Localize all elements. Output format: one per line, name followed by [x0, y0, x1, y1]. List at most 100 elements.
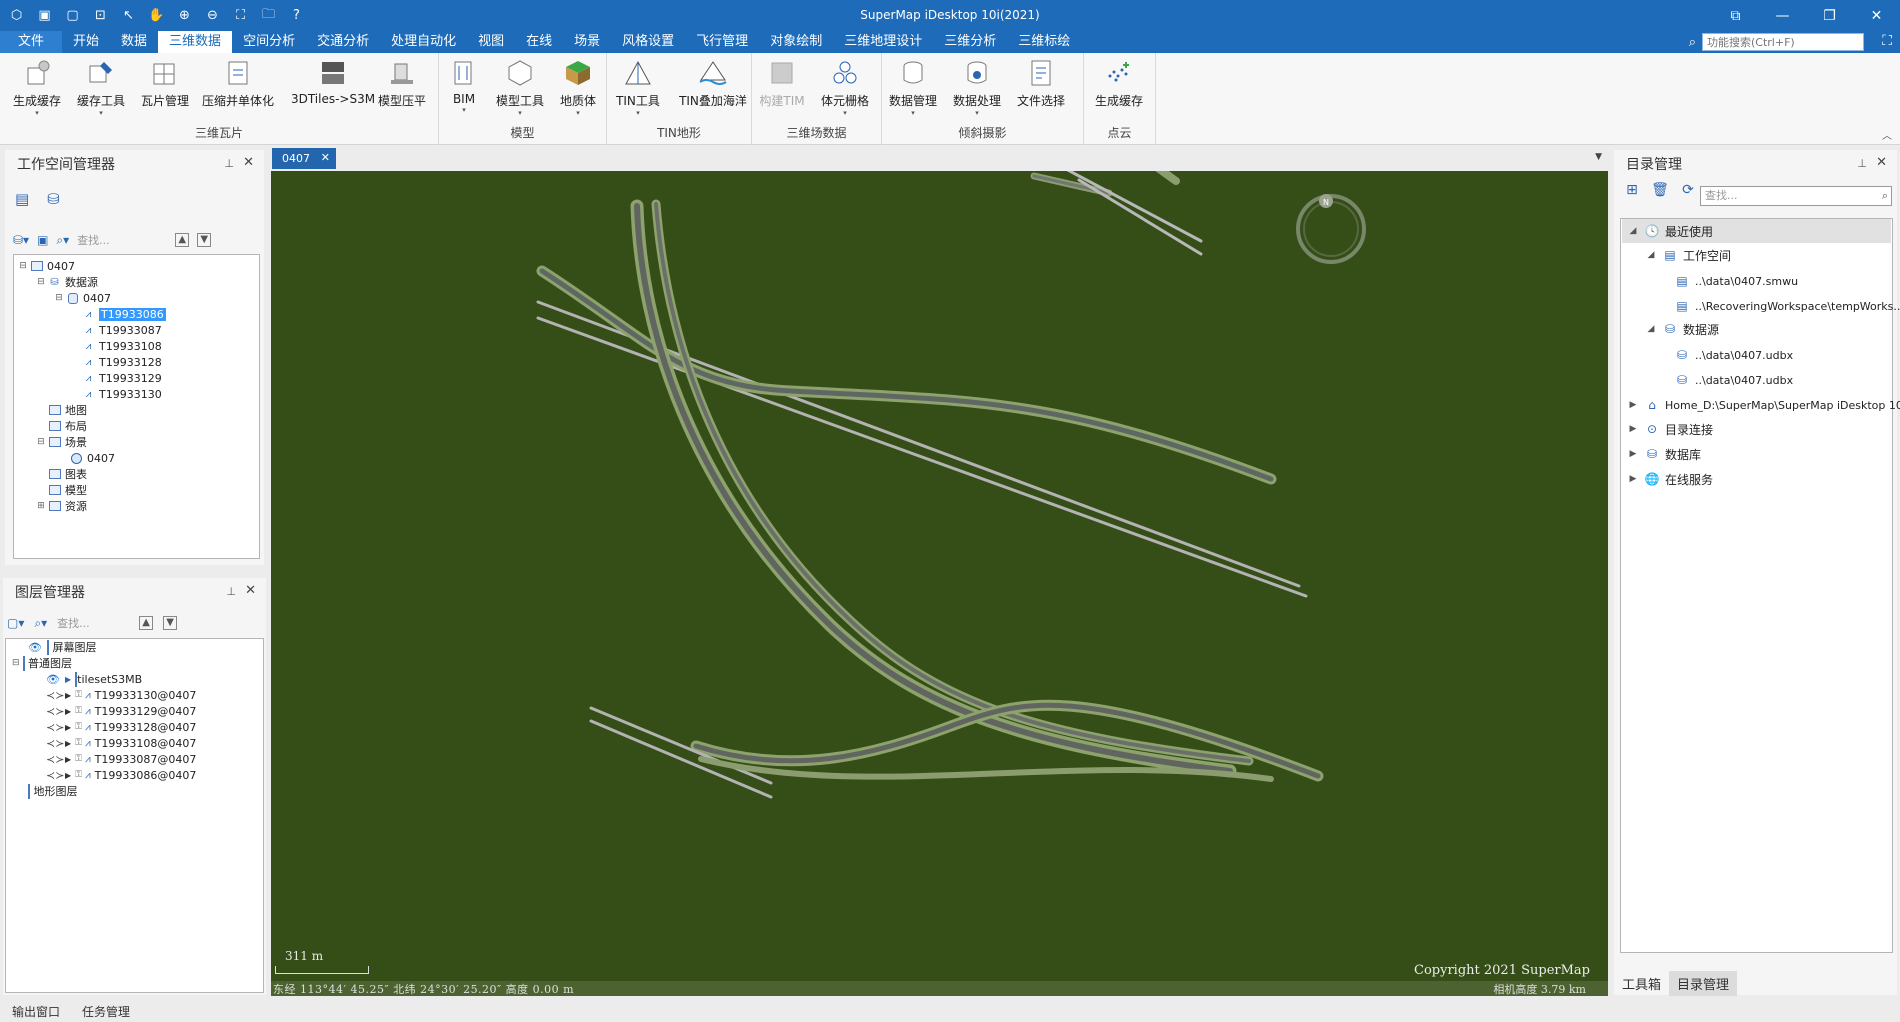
geological-body-button[interactable]: 地质体 ▾: [547, 57, 609, 117]
menu-item-11[interactable]: 飞行管理: [685, 31, 759, 53]
layer-search-input[interactable]: 查找...: [57, 615, 129, 631]
layer-node[interactable]: ≺≻ ▶ ⚿ ⩘ T19933086@0407: [46, 767, 196, 783]
move-up-icon[interactable]: ▲: [139, 616, 154, 630]
layer-node-screen[interactable]: 👁 屏幕图层: [28, 639, 97, 655]
tree-node-dataset[interactable]: ⩘ T19933129: [82, 370, 162, 386]
menu-item-2[interactable]: 数据: [110, 31, 158, 53]
search-icon[interactable]: ⌕: [1689, 35, 1696, 50]
close-tab-icon[interactable]: ✕: [321, 151, 330, 164]
tree-node-symbols[interactable]: 图表: [48, 466, 87, 482]
layer-node-tileset[interactable]: 👁 ▶ tilesetS3MB: [46, 671, 142, 687]
restore-layout-icon[interactable]: ⧉: [1712, 0, 1759, 31]
data-processing-button[interactable]: 数据处理 ▾: [946, 57, 1008, 117]
catalog-node-home[interactable]: ▶ ⌂ Home_D:\SuperMap\SuperMap iDesktop 10.…: [1627, 393, 1900, 417]
catalog-node-catalog-link[interactable]: ▶ ⊙ 目录连接: [1627, 417, 1713, 441]
workspace-db-icon[interactable]: ⛁: [47, 190, 60, 208]
layer-node[interactable]: ≺≻ ▶ ⚿ ⩘ T19933087@0407: [46, 751, 196, 767]
tile-manager-button[interactable]: 瓦片管理: [134, 57, 196, 109]
move-down-icon[interactable]: ▼: [197, 233, 212, 247]
menu-item-15[interactable]: 三维标绘: [1007, 31, 1081, 53]
close-icon[interactable]: ✕: [1876, 155, 1887, 170]
catalog-file-datasource[interactable]: ⛁ ..\data\0407.udbx: [1675, 343, 1793, 367]
search-icon[interactable]: ⌕: [1882, 187, 1888, 205]
workspace-search-input[interactable]: 查找...: [77, 232, 167, 248]
bim-button[interactable]: BIM ▾: [433, 57, 495, 114]
menu-item-4[interactable]: 空间分析: [232, 31, 306, 53]
tree-node-workspace[interactable]: ⊟ 0407: [18, 258, 75, 274]
search-icon[interactable]: ⌕▾: [56, 233, 69, 248]
generate-cache-button[interactable]: 生成缓存 ▾: [6, 57, 68, 117]
close-button[interactable]: ✕: [1853, 0, 1900, 31]
layer-node-normal[interactable]: ⊟ 普通图层: [12, 655, 72, 671]
point-cloud-cache-button[interactable]: 生成缓存: [1088, 57, 1150, 109]
menu-item-5[interactable]: 交通分析: [306, 31, 380, 53]
feature-search-input[interactable]: [1702, 33, 1864, 51]
tree-node-layouts[interactable]: 布局: [48, 418, 87, 434]
menu-item-8[interactable]: 在线: [515, 31, 563, 53]
tin-overlay-ocean-button[interactable]: TIN叠加海洋: [673, 57, 753, 109]
pin-icon[interactable]: ⊥: [226, 585, 236, 598]
close-icon[interactable]: ✕: [243, 155, 254, 170]
scene-view[interactable]: N 311 m Copyright 2021 SuperMap 东经 113°4…: [271, 171, 1608, 996]
3dtiles-to-s3m-button[interactable]: 3DTiles->S3M: [291, 57, 375, 106]
catalog-file-workspace[interactable]: ▤ ..\data\0407.smwu: [1675, 269, 1798, 293]
layer-node[interactable]: ≺≻ ▶ ⚿ ⩘ T19933108@0407: [46, 735, 196, 751]
tab-scene-0407[interactable]: 0407 ✕: [272, 148, 336, 169]
new-dataset-icon[interactable]: ▣: [37, 233, 48, 247]
fullscreen-icon[interactable]: ⛶: [1882, 33, 1892, 49]
tree-node-datasources[interactable]: ⊟ ⛁ 数据源: [36, 274, 98, 290]
tree-node-scenes[interactable]: ⊟ 场景: [36, 434, 87, 450]
file-select-button[interactable]: 文件选择: [1010, 57, 1072, 109]
layer-node[interactable]: ≺≻ ▶ ⚿ ⩘ T19933128@0407: [46, 719, 196, 735]
menu-item-7[interactable]: 视图: [467, 31, 515, 53]
tree-node-dataset[interactable]: ⩘ T19933130: [82, 386, 162, 402]
delete-icon[interactable]: 🗑: [1650, 182, 1670, 198]
menu-item-1[interactable]: 开始: [62, 31, 110, 53]
catalog-node-datasource[interactable]: ◢ ⛁ 数据源: [1645, 317, 1719, 341]
pin-icon[interactable]: ⊥: [1857, 157, 1867, 170]
layer-style-icon[interactable]: ▢▾: [7, 616, 24, 630]
tab-catalog[interactable]: 目录管理: [1669, 970, 1738, 996]
menu-item-12[interactable]: 对象绘制: [759, 31, 833, 53]
menu-item-10[interactable]: 风格设置: [611, 31, 685, 53]
move-up-icon[interactable]: ▲: [175, 233, 190, 247]
move-down-icon[interactable]: ▼: [163, 616, 178, 630]
catalog-search-input[interactable]: 查找... ⌕: [1700, 186, 1892, 206]
voxel-grid-button[interactable]: 体元栅格 ▾: [814, 57, 876, 117]
minimize-button[interactable]: —: [1759, 0, 1806, 31]
tree-node-dataset[interactable]: ⩘ T19933086: [82, 306, 166, 322]
model-flatten-button[interactable]: 模型压平: [371, 57, 433, 109]
close-icon[interactable]: ✕: [245, 583, 256, 598]
refresh-icon[interactable]: ⟳: [1678, 182, 1698, 198]
pin-icon[interactable]: ⊥: [224, 157, 234, 170]
cache-tools-button[interactable]: 缓存工具 ▾: [70, 57, 132, 117]
layer-node-terrain[interactable]: 地形图层: [28, 783, 78, 799]
maximize-button[interactable]: ❐: [1806, 0, 1853, 31]
menu-item-6[interactable]: 处理自动化: [380, 31, 467, 53]
catalog-node-recent[interactable]: ◢ 🕓 最近使用: [1627, 219, 1713, 243]
menu-item-13[interactable]: 三维地理设计: [833, 31, 933, 53]
menu-item-0[interactable]: 文件: [0, 31, 63, 53]
menu-item-3[interactable]: 三维数据: [158, 31, 233, 53]
tab-dropdown-icon[interactable]: ▼: [1595, 152, 1602, 162]
tab-task-manager[interactable]: 任务管理: [82, 1003, 130, 1020]
tree-node-dataset[interactable]: ⩘ T19933128: [82, 354, 162, 370]
new-folder-icon[interactable]: ⊞: [1622, 182, 1642, 198]
tree-node-dataset[interactable]: ⩘ T19933108: [82, 338, 162, 354]
tab-output-window[interactable]: 输出窗口: [12, 1003, 60, 1020]
layer-node[interactable]: ≺≻ ▶ ⚿ ⩘ T19933130@0407: [46, 687, 196, 703]
tree-node-scene[interactable]: 0407: [70, 450, 115, 466]
tree-node-datasource[interactable]: ⊟ 0407: [54, 290, 111, 306]
catalog-node-workspace[interactable]: ◢ ▤ 工作空间: [1645, 243, 1731, 267]
menu-item-14[interactable]: 三维分析: [933, 31, 1007, 53]
open-datasource-icon[interactable]: ⛁▾: [13, 233, 29, 247]
layer-node[interactable]: ≺≻ ▶ ⚿ ⩘ T19933129@0407: [46, 703, 196, 719]
data-management-button[interactable]: 数据管理 ▾: [882, 57, 944, 117]
ribbon-collapse-icon[interactable]: ︿: [1882, 127, 1892, 142]
catalog-file-datasource[interactable]: ⛁ ..\data\0407.udbx: [1675, 368, 1793, 392]
model-tools-button[interactable]: 模型工具 ▾: [489, 57, 551, 117]
tree-node-resources[interactable]: ⊞ 资源: [36, 498, 87, 514]
tin-tools-button[interactable]: TIN工具 ▾: [607, 57, 669, 117]
tree-node-dataset[interactable]: ⩘ T19933087: [82, 322, 162, 338]
tree-node-models[interactable]: 模型: [48, 482, 87, 498]
